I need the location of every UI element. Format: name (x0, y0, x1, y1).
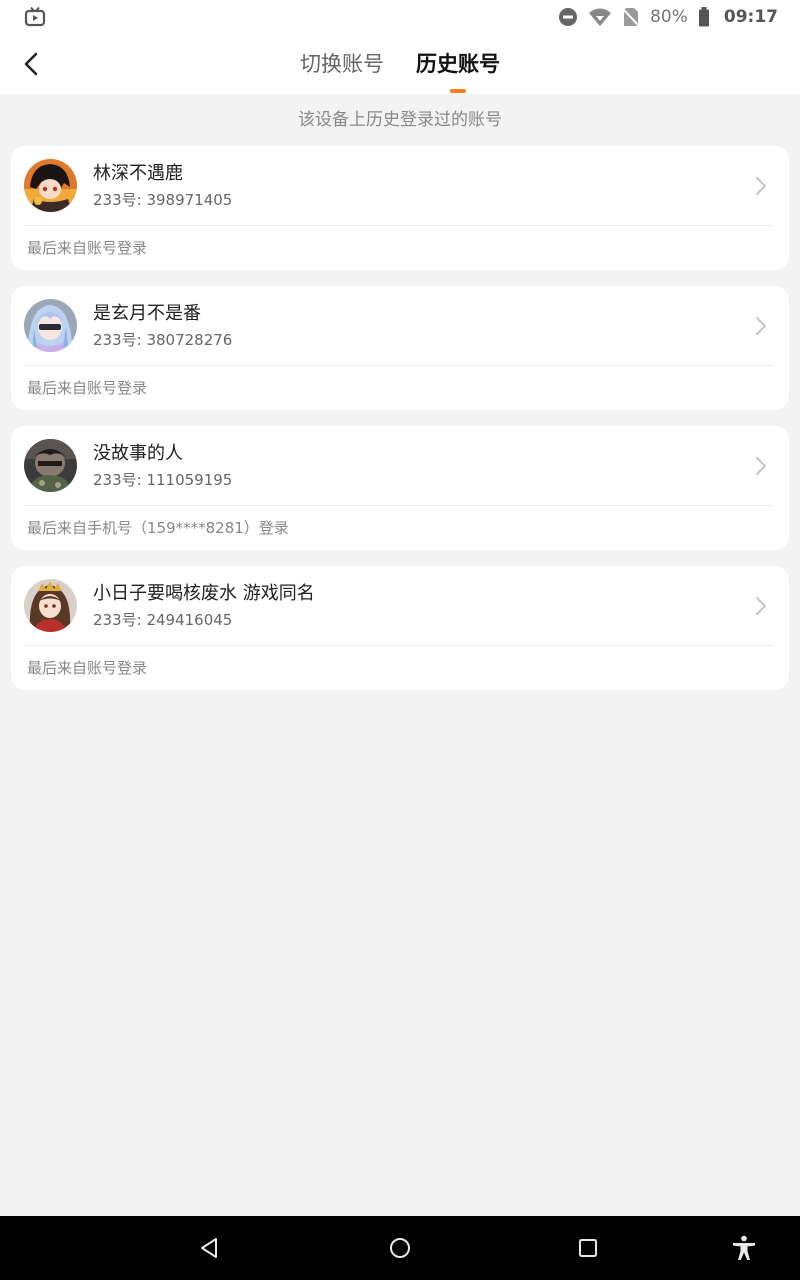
section-subtitle: 该设备上历史登录过的账号 (298, 110, 502, 130)
account-name: 是玄月不是番 (93, 303, 201, 324)
avatar (24, 439, 77, 492)
divider (25, 645, 773, 646)
avatar (24, 299, 77, 352)
chevron-right-icon (756, 317, 766, 335)
accessibility-icon[interactable] (730, 1234, 758, 1262)
account-name: 没故事的人 (93, 443, 183, 464)
divider (25, 365, 773, 366)
last-login-text: 最后来自账号登录 (27, 659, 148, 677)
navigation-bar (0, 1216, 800, 1280)
account-id: 233号: 249416045 (93, 611, 233, 629)
account-name: 小日子要喝核废水 游戏同名 (93, 583, 315, 604)
chevron-right-icon (756, 177, 766, 195)
battery-icon (698, 7, 709, 27)
chevron-right-icon (756, 597, 766, 615)
no-sim-icon (622, 8, 640, 27)
account-card[interactable]: 是玄月不是番 233号: 380728276 最后来自账号登录 (11, 286, 789, 410)
battery-percent: 80% (650, 7, 688, 27)
divider (25, 225, 773, 226)
last-login-text: 最后来自手机号（159****8281）登录 (27, 519, 289, 537)
account-card[interactable]: 没故事的人 233号: 111059195 最后来自手机号（159****828… (11, 426, 789, 550)
tab-switch-account[interactable]: 切换账号 (300, 50, 384, 78)
chevron-right-icon (756, 457, 766, 475)
tv-app-icon (24, 6, 46, 27)
avatar (24, 159, 77, 212)
account-card[interactable]: 小日子要喝核废水 游戏同名 233号: 249416045 最后来自账号登录 (11, 566, 789, 690)
account-id: 233号: 380728276 (93, 331, 233, 349)
dnd-icon (559, 8, 578, 26)
status-bar: 80% 09:17 (0, 0, 800, 34)
recents-square-icon[interactable] (574, 1234, 602, 1262)
last-login-text: 最后来自账号登录 (27, 239, 148, 257)
home-circle-icon[interactable] (386, 1234, 414, 1262)
wifi-icon (589, 8, 612, 26)
account-name: 林深不遇鹿 (93, 163, 183, 184)
back-triangle-icon[interactable] (196, 1234, 224, 1262)
account-id: 233号: 398971405 (93, 191, 233, 209)
divider (25, 505, 773, 506)
account-card[interactable]: 林深不遇鹿 233号: 398971405 最后来自账号登录 (11, 146, 789, 270)
account-id: 233号: 111059195 (93, 471, 233, 489)
avatar (24, 579, 77, 632)
back-button[interactable] (14, 46, 50, 82)
tab-indicator (450, 89, 466, 93)
status-time: 09:17 (723, 7, 778, 27)
last-login-text: 最后来自账号登录 (27, 379, 148, 397)
tab-history-account[interactable]: 历史账号 (416, 50, 500, 78)
header: 切换账号 历史账号 (0, 34, 800, 94)
